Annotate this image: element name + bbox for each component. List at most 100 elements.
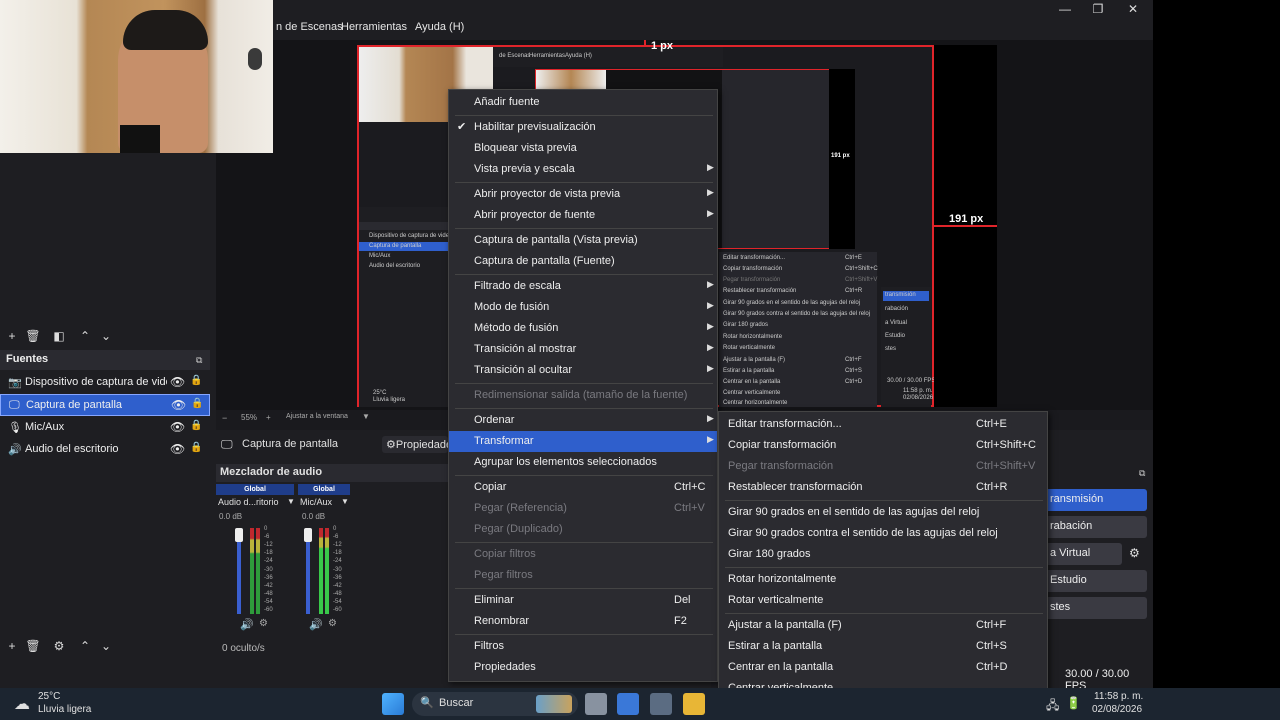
lock-icon[interactable]: 🔒 <box>191 398 203 409</box>
maximize-icon[interactable]: ❐ <box>1083 2 1113 18</box>
start-recording-button[interactable]: rabación <box>1042 516 1147 538</box>
transform-menu-item[interactable]: Rotar horizontalmente <box>719 569 1047 590</box>
context-menu-item[interactable]: Ordenar ▶ <box>449 410 717 431</box>
transform-menu-item[interactable]: Girar 90 grados en el sentido de las agu… <box>719 502 1047 523</box>
weather-icon[interactable]: ☁ <box>14 694 30 714</box>
lock-icon[interactable]: 🔒 <box>190 420 202 431</box>
volume-slider-handle[interactable] <box>304 528 312 542</box>
transform-menu-item[interactable]: Ajustar a la pantalla (F) Ctrl+F <box>719 615 1047 636</box>
source-up-icon[interactable]: ⌃ <box>76 637 94 655</box>
channel-global-tag: Global <box>216 484 294 495</box>
scene-down-icon[interactable]: ⌄ <box>97 327 115 345</box>
transform-menu-item[interactable]: Girar 90 grados contra el sentido de las… <box>719 523 1047 544</box>
context-menu-item[interactable]: ✔ Habilitar previsualización <box>449 117 717 138</box>
virtual-camera-gear-icon[interactable]: ⚙ <box>1129 546 1140 560</box>
menu-tools[interactable]: Herramientas <box>341 21 407 33</box>
menu-item-label: Abrir proyector de fuente <box>474 209 596 221</box>
battery-icon[interactable]: 🔋 <box>1066 696 1081 710</box>
minimize-icon[interactable]: — <box>1050 2 1080 18</box>
calculator-icon[interactable] <box>650 693 672 715</box>
wall-clock <box>248 48 262 70</box>
context-menu-item[interactable]: Bloquear vista previa <box>449 138 717 159</box>
zoom-out-icon[interactable]: − <box>222 413 227 423</box>
transform-menu-item[interactable]: Restablecer transformación Ctrl+R <box>719 477 1047 498</box>
scene-filters-icon[interactable]: ◧ <box>50 327 68 345</box>
menu-item-label: Filtros <box>474 640 504 652</box>
source-item-camera[interactable]: 📷 Dispositivo de captura de video 👁 🔒 <box>0 372 210 394</box>
source-settings-icon[interactable]: ⚙ <box>50 637 68 655</box>
context-menu-item[interactable]: Transición al mostrar ▶ <box>449 339 717 360</box>
context-menu-item[interactable]: Copiar Ctrl+C <box>449 477 717 498</box>
task-view-icon[interactable] <box>585 693 607 715</box>
context-menu-item[interactable]: Filtros <box>449 636 717 657</box>
settings-button[interactable]: stes <box>1042 597 1147 619</box>
add-source-icon[interactable]: + <box>3 637 21 655</box>
channel-settings-icon[interactable]: ⚙ <box>259 618 268 629</box>
menu-separator <box>455 475 713 476</box>
network-icon[interactable]: 🖧 <box>1046 696 1059 717</box>
visibility-eye-icon[interactable]: 👁 <box>171 398 186 412</box>
scenes-sources-panel: + 🗑 ◧ ⌃ ⌄ Fuentes ⧉ 📷 Dispositivo de cap… <box>0 153 210 688</box>
context-menu-item[interactable]: Abrir proyector de fuente ▶ <box>449 205 717 226</box>
lock-icon[interactable]: 🔒 <box>190 375 202 386</box>
menu-scene-collection[interactable]: n de Escenas <box>276 21 343 33</box>
fit-window-button[interactable]: Ajustar a la ventana <box>286 413 348 420</box>
menu-item-label: Método de fusión <box>474 322 559 334</box>
context-menu-item[interactable]: Modo de fusión ▶ <box>449 297 717 318</box>
studio-mode-button[interactable]: Estudio <box>1042 570 1147 592</box>
context-menu-item[interactable]: Vista previa y escala ▶ <box>449 159 717 180</box>
transform-menu-item[interactable]: Rotar verticalmente <box>719 590 1047 611</box>
sources-undock-icon[interactable]: ⧉ <box>196 355 202 366</box>
transform-menu-item[interactable]: Copiar transformación Ctrl+Shift+C <box>719 435 1047 456</box>
context-menu-item[interactable]: Método de fusión ▶ <box>449 318 717 339</box>
context-menu-item: Pegar (Duplicado) <box>449 519 717 540</box>
add-scene-icon[interactable]: + <box>3 327 21 345</box>
context-menu-item[interactable]: Propiedades <box>449 657 717 678</box>
channel-settings-icon[interactable]: ⚙ <box>328 618 337 629</box>
transform-menu-item[interactable]: Girar 180 grados <box>719 544 1047 565</box>
nested-sc-2: Ctrl+Shift+V <box>845 277 878 283</box>
visibility-eye-icon[interactable]: 👁 <box>170 442 185 456</box>
scene-up-icon[interactable]: ⌃ <box>76 327 94 345</box>
remove-source-icon[interactable]: 🗑 <box>24 637 42 655</box>
transform-menu-item[interactable]: Centrar en la pantalla Ctrl+D <box>719 657 1047 678</box>
context-menu-item[interactable]: Captura de pantalla (Vista previa) <box>449 230 717 251</box>
search-box[interactable]: 🔍 Buscar <box>412 692 578 716</box>
visibility-eye-icon[interactable]: 👁 <box>170 375 185 389</box>
file-explorer-icon[interactable] <box>683 693 705 715</box>
controls-undock-icon[interactable]: ⧉ <box>1139 468 1145 479</box>
transform-menu-item[interactable]: Editar transformación... Ctrl+E <box>719 414 1047 435</box>
channel-menu-icon[interactable]: ▼ <box>287 497 295 506</box>
nested-source-1: Captura de pantalla <box>369 243 422 249</box>
context-menu-item[interactable]: Captura de pantalla (Fuente) <box>449 251 717 272</box>
properties-button[interactable]: ⚙Propiedades <box>382 436 448 453</box>
source-item-desktop-audio[interactable]: 🔊 Audio del escritorio 👁 🔒 <box>0 439 210 461</box>
zoom-in-icon[interactable]: + <box>266 413 271 422</box>
context-menu-item[interactable]: Transformar ▶ <box>449 431 717 452</box>
context-menu-item[interactable]: Añadir fuente <box>449 92 717 113</box>
transform-menu-item[interactable]: Estirar a la pantalla Ctrl+S <box>719 636 1047 657</box>
lock-icon[interactable]: 🔒 <box>190 442 202 453</box>
start-streaming-button[interactable]: ransmisión <box>1042 489 1147 511</box>
context-menu-item[interactable]: Transición al ocultar ▶ <box>449 360 717 381</box>
remove-scene-icon[interactable]: 🗑 <box>24 327 42 345</box>
visibility-eye-icon[interactable]: 👁 <box>170 420 185 434</box>
source-item-screen[interactable]: 🖵 Captura de pantalla 👁 🔒 <box>0 394 210 416</box>
mute-speaker-icon[interactable]: 🔊 <box>309 618 323 631</box>
context-menu-item[interactable]: Agrupar los elementos seleccionados <box>449 452 717 473</box>
context-menu-item[interactable]: Renombrar F2 <box>449 611 717 632</box>
mute-speaker-icon[interactable]: 🔊 <box>240 618 254 631</box>
source-down-icon[interactable]: ⌄ <box>97 637 115 655</box>
windows-start-icon[interactable] <box>382 693 404 715</box>
channel-menu-icon[interactable]: ▼ <box>341 497 349 506</box>
volume-slider-handle[interactable] <box>235 528 243 542</box>
close-icon[interactable]: ✕ <box>1118 2 1148 18</box>
context-menu-item[interactable]: Abrir proyector de vista previa ▶ <box>449 184 717 205</box>
context-menu-item[interactable]: Filtrado de escala ▶ <box>449 276 717 297</box>
menu-help[interactable]: Ayuda (H) <box>415 21 464 33</box>
virtual-camera-button[interactable]: a Virtual <box>1042 543 1122 565</box>
store-icon[interactable] <box>617 693 639 715</box>
fit-dropdown-icon[interactable]: ▼ <box>362 412 370 421</box>
source-item-mic[interactable]: 🎙 Mic/Aux 👁 🔒 <box>0 417 210 439</box>
context-menu-item[interactable]: Eliminar Del <box>449 590 717 611</box>
